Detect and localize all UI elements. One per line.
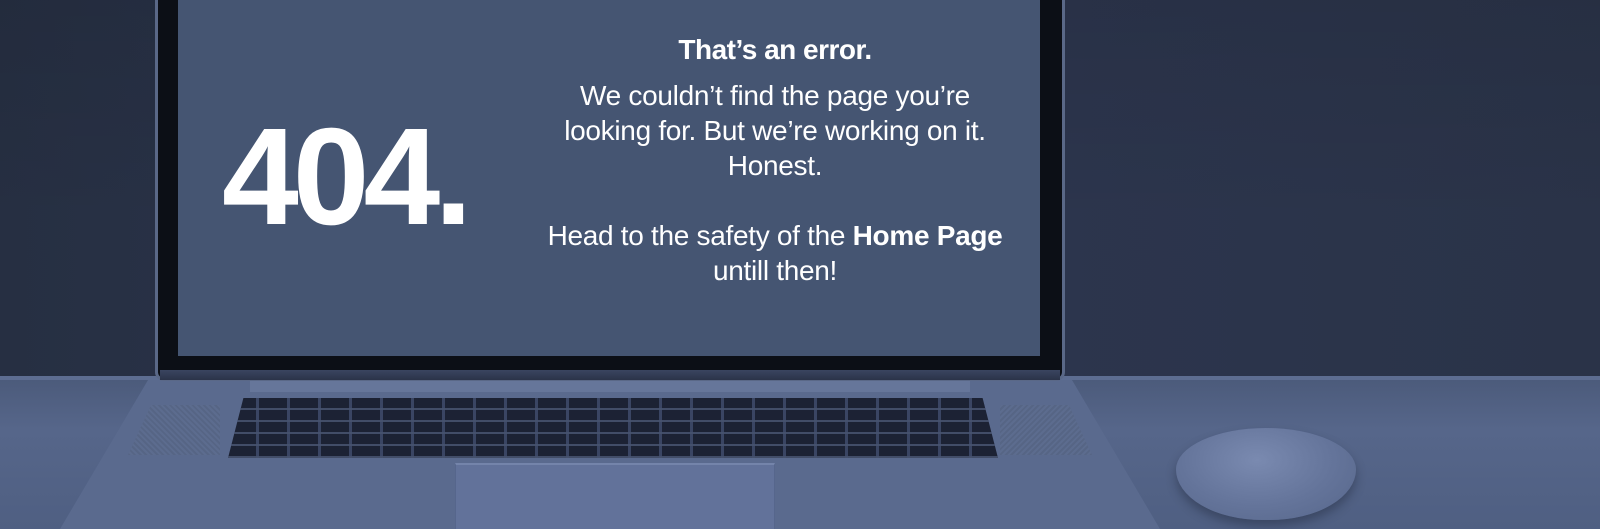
keyboard-rows bbox=[228, 398, 998, 458]
error-description: We couldn’t find the page you’re looking… bbox=[564, 80, 986, 181]
home-instruction: Head to the safety of the Home Page unti… bbox=[540, 218, 1010, 288]
error-page-scene: 404. That’s an error. We couldn’t find t… bbox=[0, 0, 1600, 529]
error-title: That’s an error. bbox=[678, 34, 872, 65]
home-page-link[interactable]: Home Page bbox=[853, 220, 1003, 251]
home-instruction-suffix: untill then! bbox=[712, 255, 838, 286]
trackpad-icon bbox=[455, 463, 775, 529]
laptop-base-hinge-area bbox=[250, 380, 970, 392]
laptop-hinge bbox=[160, 370, 1060, 380]
home-instruction-prefix: Head to the safety of the bbox=[547, 220, 846, 251]
error-code: 404. bbox=[222, 100, 473, 254]
error-message: That’s an error. We couldn’t find the pa… bbox=[540, 30, 1010, 288]
